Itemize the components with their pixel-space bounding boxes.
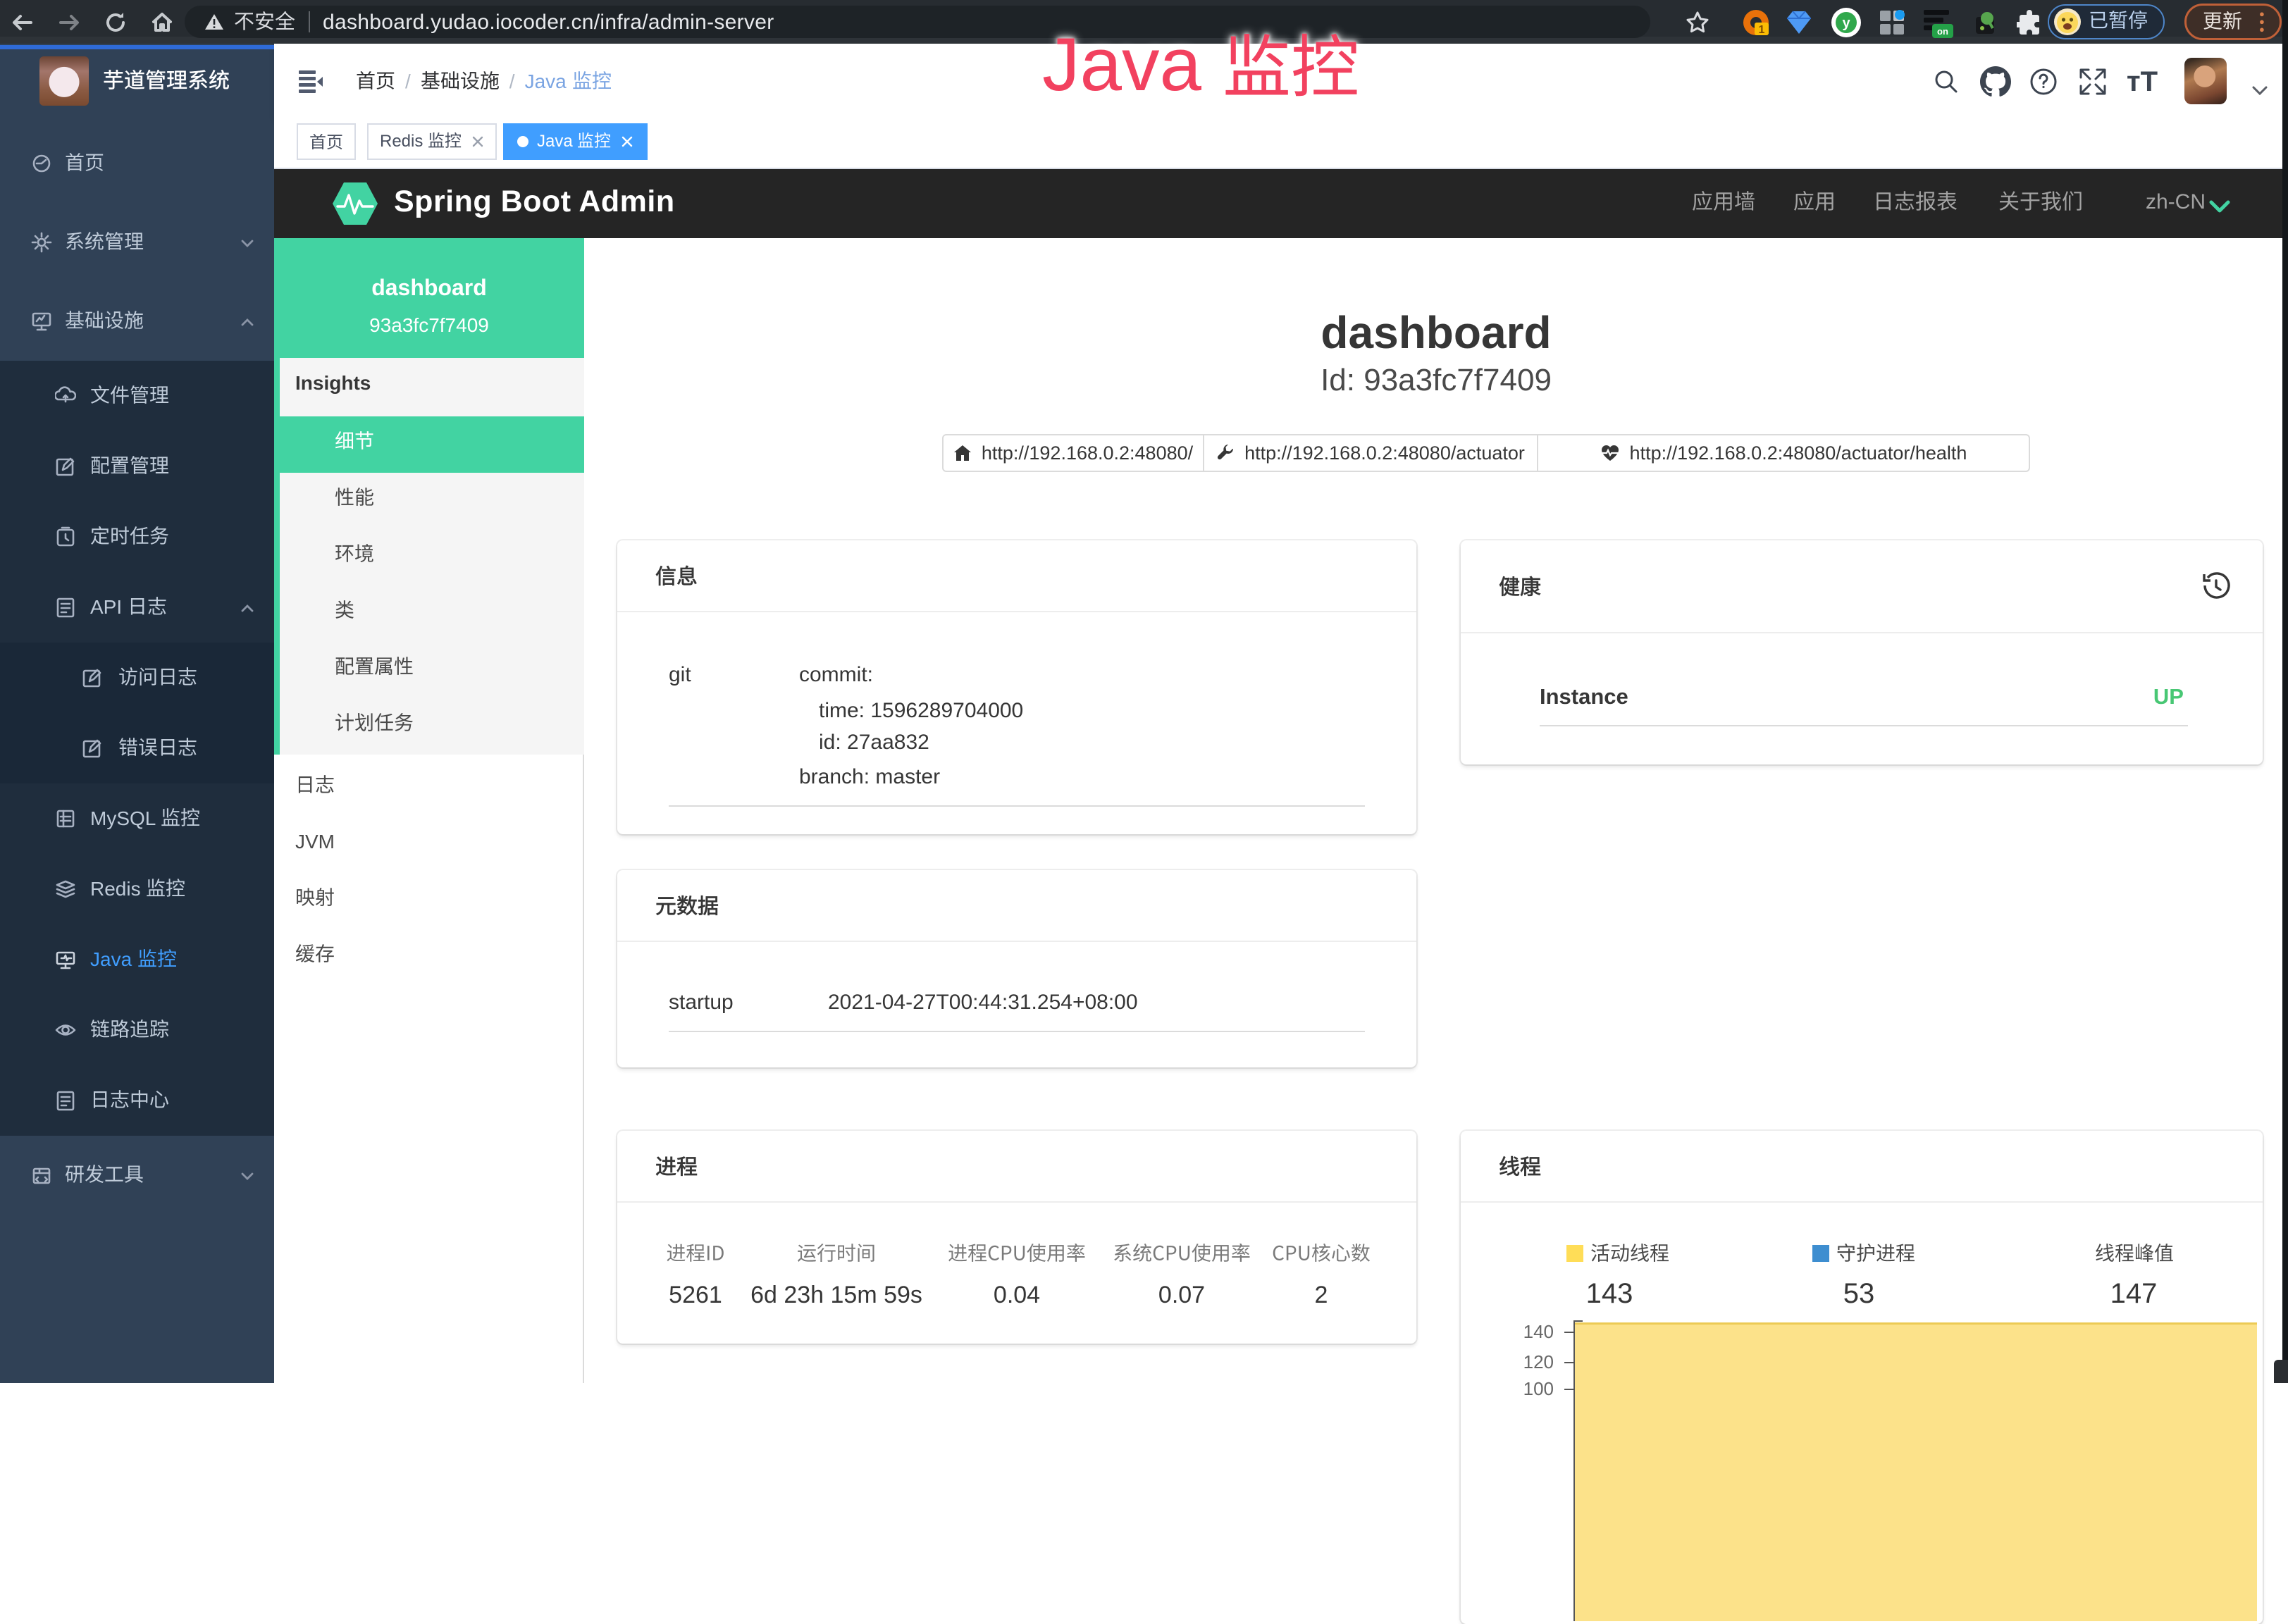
svg-text:1: 1 (1759, 24, 1765, 36)
svg-text:y: y (1842, 16, 1850, 31)
svg-text:on: on (1937, 26, 1948, 37)
